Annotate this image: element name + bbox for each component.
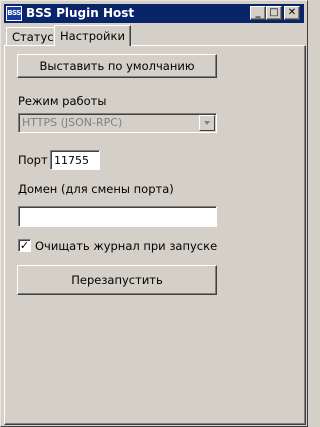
domain-label: Домен (для смены порта) [18,182,174,196]
mode-select-value: HTTPS (JSON-RPC) [22,116,123,129]
app-icon: BSS [6,6,22,21]
maximize-button[interactable]: □ [266,6,282,20]
tab-status[interactable]: Статус [6,27,60,45]
clear-log-checkbox[interactable]: ✓ [18,239,31,252]
mode-label: Режим работы [18,94,107,108]
settings-panel: Выставить по умолчанию Режим работы HTTP… [4,45,306,425]
window-title: BSS Plugin Host [26,6,135,20]
port-input[interactable] [50,150,100,170]
checkmark-icon: ✓ [19,239,30,252]
minimize-button[interactable]: _ [250,6,266,20]
restart-button[interactable]: Перезапустить [17,265,217,295]
app-window: BSS BSS Plugin Host _ □ ✕ Статус Настрой… [0,0,308,427]
port-label: Порт [18,153,48,167]
reset-defaults-button[interactable]: Выставить по умолчанию [17,54,217,78]
domain-input[interactable] [18,206,217,227]
chevron-down-icon[interactable] [199,115,215,131]
tab-bar: Статус Настройки [4,25,306,46]
tab-settings[interactable]: Настройки [54,25,131,46]
clear-log-label[interactable]: Очищать журнал при запуске [35,239,217,253]
title-bar[interactable]: BSS BSS Plugin Host _ □ ✕ [4,4,304,23]
mode-select[interactable]: HTTPS (JSON-RPC) [18,113,217,133]
close-button[interactable]: ✕ [284,6,300,20]
